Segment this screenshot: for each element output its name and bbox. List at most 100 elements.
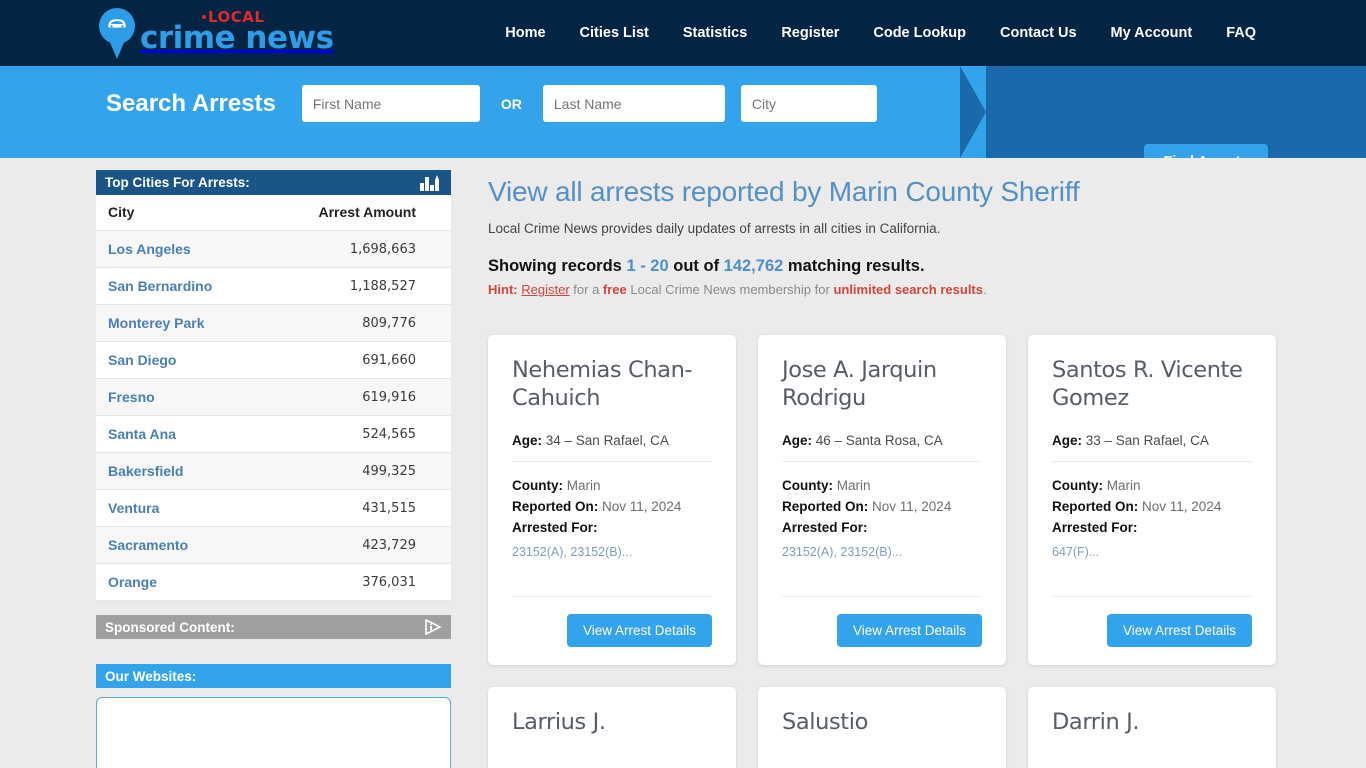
arrestee-name: Nehemias Chan-Cahuich [512, 357, 693, 411]
city-link-fresno[interactable]: Fresno [96, 378, 263, 416]
nav-item-cities-list[interactable]: Cities List [580, 25, 649, 41]
city-link-san-diego[interactable]: San Diego [96, 341, 263, 379]
arrestee-age-location: Age: 46 – Santa Rosa, CA [782, 415, 982, 462]
hint-unlimited: unlimited search results [833, 282, 983, 297]
table-row[interactable]: San Diego 691,660 [96, 341, 451, 379]
sponsored-content-header: Sponsored Content: [96, 615, 451, 639]
showing-suffix: matching results. [787, 257, 925, 275]
arrest-card[interactable]: Jose A. Jarquin Rodrigu Age: 46 – Santa … [758, 335, 1006, 665]
city-link-santa-ana[interactable]: Santa Ana [96, 415, 263, 453]
table-header-row: City Arrest Amount [96, 195, 451, 231]
arrest-cards-row-1: Nehemias Chan-Cahuich Age: 34 – San Rafa… [488, 335, 1276, 665]
city-link-ventura[interactable]: Ventura [96, 489, 263, 527]
reported-on-label: Reported On: [782, 498, 869, 514]
charges-link[interactable]: 647(F)... [1052, 545, 1252, 559]
search-first-name-input[interactable] [301, 85, 480, 122]
charges-link[interactable]: 23152(A), 23152(B)... [782, 545, 982, 559]
table-row[interactable]: Los Angeles 1,698,663 [96, 230, 451, 268]
column-header-arrest-amount: Arrest Amount [262, 195, 451, 231]
age-label: Age: [512, 433, 542, 448]
arrest-card[interactable]: Darrin J. [1028, 687, 1276, 768]
nav-item-code-lookup[interactable]: Code Lookup [873, 25, 966, 41]
city-amount: 524,565 [262, 415, 451, 453]
city-amount: 431,515 [262, 489, 451, 527]
search-last-name-input[interactable] [542, 85, 725, 122]
charges-link[interactable]: 23152(A), 23152(B)... [512, 545, 712, 559]
arrested-for-label: Arrested For: [512, 519, 598, 535]
arrestee-age-location: Age: 33 – San Rafael, CA [1052, 415, 1252, 462]
county-label: County: [512, 478, 563, 493]
view-arrest-details-button[interactable]: View Arrest Details [836, 614, 982, 647]
city-amount: 499,325 [262, 452, 451, 490]
table-row[interactable]: Orange 376,031 [96, 563, 451, 601]
nav-item-statistics[interactable]: Statistics [683, 25, 747, 41]
search-arrests-bar: Search Arrests OR Only one field is requ… [0, 66, 1366, 158]
reported-on-row: Reported On: Nov 11, 2024 [1052, 497, 1252, 518]
sponsored-content-label: Sponsored Content: [105, 619, 235, 635]
site-header: LOCAL crime news Home Cities List Statis… [0, 0, 1366, 66]
arrest-card[interactable]: Larrius J. [488, 687, 736, 768]
search-city-input[interactable] [740, 85, 877, 122]
table-row[interactable]: Monterey Park 809,776 [96, 304, 451, 342]
arrest-card[interactable]: Santos R. Vicente Gomez Age: 33 – San Ra… [1028, 335, 1276, 665]
county-value: Marin [1106, 478, 1141, 493]
adchoices-icon[interactable] [424, 619, 442, 635]
search-or-label: OR [500, 95, 522, 112]
county-row: County: Marin [512, 476, 712, 497]
showing-range: 1 - 20 [626, 257, 669, 275]
county-label: County: [782, 478, 833, 493]
page-subtitle: Local Crime News provides daily updates … [488, 221, 941, 236]
city-amount: 691,660 [262, 341, 451, 379]
car-icon [108, 19, 126, 28]
nav-item-home[interactable]: Home [505, 25, 545, 41]
city-amount: 1,188,527 [262, 267, 451, 305]
table-row[interactable]: Sacramento 423,729 [96, 526, 451, 564]
county-value: Marin [836, 478, 871, 493]
nav-item-faq[interactable]: FAQ [1226, 25, 1256, 41]
website-card-ur-arrest-news[interactable]: UR Arrest News [96, 697, 451, 768]
table-row[interactable]: Bakersfield 499,325 [96, 452, 451, 490]
table-row[interactable]: Ventura 431,515 [96, 489, 451, 527]
age-label: Age: [782, 433, 812, 448]
city-link-los-angeles[interactable]: Los Angeles [96, 230, 263, 268]
register-link[interactable]: Register [521, 282, 569, 297]
arrestee-name: Salustio [782, 709, 868, 735]
arrestee-name: Larrius J. [512, 709, 606, 735]
nav-item-my-account[interactable]: My Account [1111, 25, 1193, 41]
table-row[interactable]: Fresno 619,916 [96, 378, 451, 416]
nav-item-register[interactable]: Register [781, 25, 839, 41]
city-link-monterey-park[interactable]: Monterey Park [96, 304, 263, 342]
view-arrest-details-button[interactable]: View Arrest Details [1106, 614, 1252, 647]
map-pin-car-icon [96, 6, 138, 60]
find-arrests-button[interactable]: Find Arrests [1144, 144, 1268, 158]
view-arrest-details-button[interactable]: View Arrest Details [566, 614, 712, 647]
main-navigation: Home Cities List Statistics Register Cod… [505, 25, 1256, 41]
showing-prefix: Showing records [488, 257, 622, 275]
arrested-for-row: Arrested For: [782, 518, 982, 539]
city-link-san-bernardino[interactable]: San Bernardino [96, 267, 263, 305]
arrestee-name: Jose A. Jarquin Rodrigu [782, 357, 937, 411]
arrest-card[interactable]: Nehemias Chan-Cahuich Age: 34 – San Rafa… [488, 335, 736, 665]
sidebar: Top Cities For Arrests: City Arrest Amou… [96, 170, 451, 768]
city-amount: 376,031 [262, 563, 451, 601]
top-cities-table: City Arrest Amount Los Angeles 1,698,663 … [96, 195, 451, 601]
hint-label: Hint: [488, 282, 518, 297]
arrested-for-row: Arrested For: [1052, 518, 1252, 539]
city-amount: 809,776 [262, 304, 451, 342]
city-amount: 619,916 [262, 378, 451, 416]
table-row[interactable]: Santa Ana 524,565 [96, 415, 451, 453]
city-link-orange[interactable]: Orange [96, 563, 263, 601]
nav-item-contact-us[interactable]: Contact Us [1000, 25, 1077, 41]
city-link-sacramento[interactable]: Sacramento [96, 526, 263, 564]
arrestee-age-location: Age: 34 – San Rafael, CA [512, 415, 712, 462]
county-row: County: Marin [782, 476, 982, 497]
site-logo[interactable]: LOCAL crime news [96, 5, 334, 61]
our-websites-header: Our Websites: [96, 664, 451, 688]
table-row[interactable]: San Bernardino 1,188,527 [96, 267, 451, 305]
arrest-card[interactable]: Salustio [758, 687, 1006, 768]
main-content: View all arrests reported by Marin Count… [451, 170, 1366, 768]
city-link-bakersfield[interactable]: Bakersfield [96, 452, 263, 490]
city-amount: 1,698,663 [262, 230, 451, 268]
reported-on-value: Nov 11, 2024 [872, 498, 952, 514]
arrestee-name: Darrin J. [1052, 709, 1140, 735]
